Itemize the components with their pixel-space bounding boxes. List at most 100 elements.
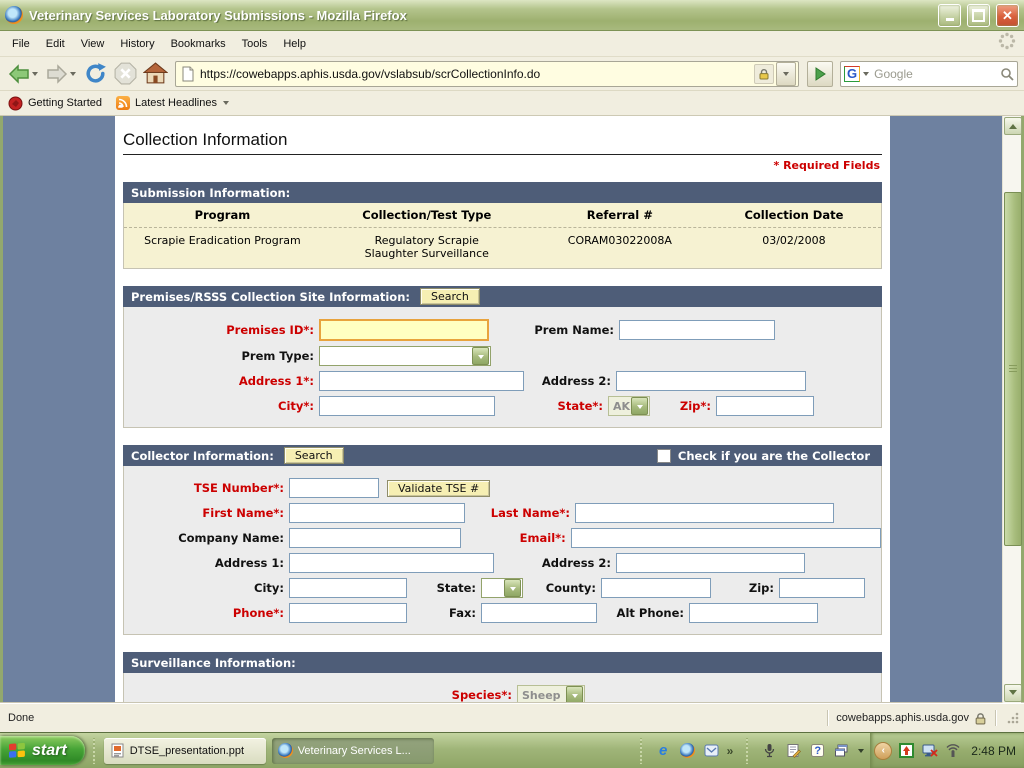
collector-row-6: Phone*: Fax: Alt Phone: [124,603,881,623]
menu-view[interactable]: View [73,34,113,54]
validate-tse-button[interactable]: Validate TSE # [387,480,490,497]
internet-explorer-icon[interactable]: e [655,742,672,759]
premises-state-select[interactable]: AK [608,396,650,416]
back-button[interactable] [6,61,41,87]
collector-city-label: City: [124,581,289,595]
page-title: Collection Information [123,130,882,155]
close-button[interactable]: ✕ [996,4,1019,27]
bookmark-latest-headlines[interactable]: Latest Headlines [116,96,231,110]
forward-button[interactable] [44,61,79,87]
minimize-button[interactable] [938,4,961,27]
page-content: Collection Information * Required Fields… [115,116,890,703]
collector-address1-input[interactable] [289,553,494,573]
collector-search-button[interactable]: Search [284,447,344,464]
forward-dropdown-icon [70,72,76,79]
menu-file[interactable]: File [4,34,38,54]
premises-search-button[interactable]: Search [420,288,480,305]
google-logo-icon: G [844,66,860,82]
stop-button[interactable] [112,61,139,87]
url-input[interactable] [198,66,754,82]
bookmark-label: Latest Headlines [135,97,217,109]
collector-state-select[interactable] [481,578,523,598]
premises-address1-input[interactable] [319,371,524,391]
chevron-down-icon [504,579,521,597]
collector-row-2: First Name*: Last Name*: [124,503,881,523]
task-label: Veterinary Services L... [298,745,411,757]
tray-update-icon[interactable] [898,742,915,759]
firefox-launcher-icon[interactable] [679,742,696,759]
go-button[interactable] [807,61,833,87]
back-icon [7,62,31,86]
fax-input[interactable] [481,603,597,623]
prem-type-select[interactable] [319,346,491,366]
back-dropdown-icon [32,72,38,79]
chevron-down-icon[interactable] [858,749,864,756]
maximize-button[interactable] [967,4,990,27]
reload-button[interactable] [82,61,109,87]
collector-city-input[interactable] [289,578,407,598]
first-name-input[interactable] [289,503,465,523]
collector-address2-input[interactable] [616,553,805,573]
divider [995,710,996,726]
premises-id-input[interactable] [319,319,489,341]
menu-edit[interactable]: Edit [38,34,73,54]
col-program: Program [124,203,321,227]
tse-number-input[interactable] [289,478,379,498]
menu-help[interactable]: Help [275,34,314,54]
prem-name-input[interactable] [619,320,775,340]
premises-row-2: Prem Type: [124,346,881,366]
species-label: Species*: [124,688,517,702]
is-collector-checkbox[interactable] [657,449,671,463]
url-dropdown-button[interactable] [776,62,796,86]
web-search-input[interactable] [872,66,1000,82]
throbber-icon [998,32,1016,55]
search-icon[interactable] [1000,67,1014,81]
vertical-scrollbar[interactable] [1002,116,1021,703]
network-disconnected-icon[interactable] [921,742,938,759]
premises-address2-input[interactable] [616,371,806,391]
cascade-windows-icon[interactable] [833,742,850,759]
county-input[interactable] [601,578,711,598]
collector-zip-input[interactable] [779,578,865,598]
start-button[interactable]: start [0,736,85,765]
task-button-firefox[interactable]: Veterinary Services L... [272,738,434,764]
resize-grip[interactable] [1006,711,1020,725]
company-name-input[interactable] [289,528,461,548]
home-button[interactable] [142,61,169,87]
menu-history[interactable]: History [112,34,162,54]
search-engine-dropdown-icon[interactable] [863,72,869,79]
email-input[interactable] [571,528,881,548]
taskbar-clock[interactable]: 2:48 PM [971,744,1016,758]
scroll-up-button[interactable] [1004,117,1022,135]
submission-section: Submission Information: Program Collecti… [123,182,882,269]
premises-row-3: Address 1*: Address 2: [124,371,881,391]
lock-icon [758,68,770,80]
species-select[interactable]: Sheep [517,685,585,703]
menu-tools[interactable]: Tools [234,34,276,54]
microphone-icon[interactable] [761,742,778,759]
scroll-down-button[interactable] [1004,684,1022,702]
menu-bookmarks[interactable]: Bookmarks [163,34,234,54]
premises-zip-input[interactable] [716,396,814,416]
browser-viewport: Collection Information * Required Fields… [0,116,1024,703]
notes-icon[interactable] [785,742,802,759]
last-name-input[interactable] [575,503,834,523]
tray-collapse-chevron[interactable]: ‹ [874,742,892,760]
url-security-box [754,64,774,84]
wireless-icon[interactable] [944,742,961,759]
chevron-down-icon [1009,690,1017,699]
task-button-ppt[interactable]: DTSE_presentation.ppt [104,738,266,764]
scrollbar-thumb[interactable] [1004,192,1022,546]
help-icon[interactable]: ? [809,742,826,759]
phone-input[interactable] [289,603,407,623]
alt-phone-input[interactable] [689,603,818,623]
maximize-icon [972,9,985,22]
messenger-icon[interactable] [703,742,720,759]
premises-city-input[interactable] [319,396,495,416]
premises-city-label: City*: [124,399,319,413]
bookmark-getting-started[interactable]: Getting Started [8,96,102,111]
toolbar-overflow-chevron[interactable]: » [727,744,734,758]
firefox-icon [5,6,23,24]
value-referral: CORAM03022008A [533,228,707,268]
surveillance-section: Surveillance Information: Species*: Shee… [123,652,882,703]
